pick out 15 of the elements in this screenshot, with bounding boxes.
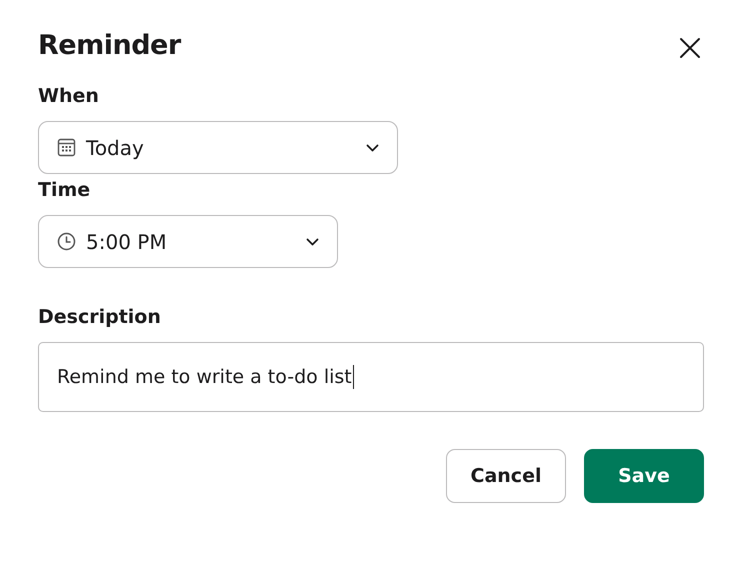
calendar-icon — [57, 138, 76, 157]
cancel-button[interactable]: Cancel — [446, 449, 566, 503]
text-cursor — [352, 365, 354, 389]
dropdown[interactable]: Today — [38, 121, 398, 174]
field-label: Description — [38, 306, 162, 328]
save-button[interactable]: Save — [584, 449, 704, 503]
field-label: Time — [38, 179, 92, 201]
close-icon[interactable] — [679, 36, 701, 58]
dropdown[interactable]: 5:00 PM — [38, 215, 338, 268]
input-field[interactable]: Remind me to write a to-do list — [38, 342, 704, 412]
chevron-down-icon — [366, 144, 379, 152]
clock-icon — [57, 232, 76, 251]
chevron-down-icon — [306, 238, 319, 246]
dialog-title: Reminder — [38, 30, 181, 61]
field-label: When — [38, 85, 100, 107]
